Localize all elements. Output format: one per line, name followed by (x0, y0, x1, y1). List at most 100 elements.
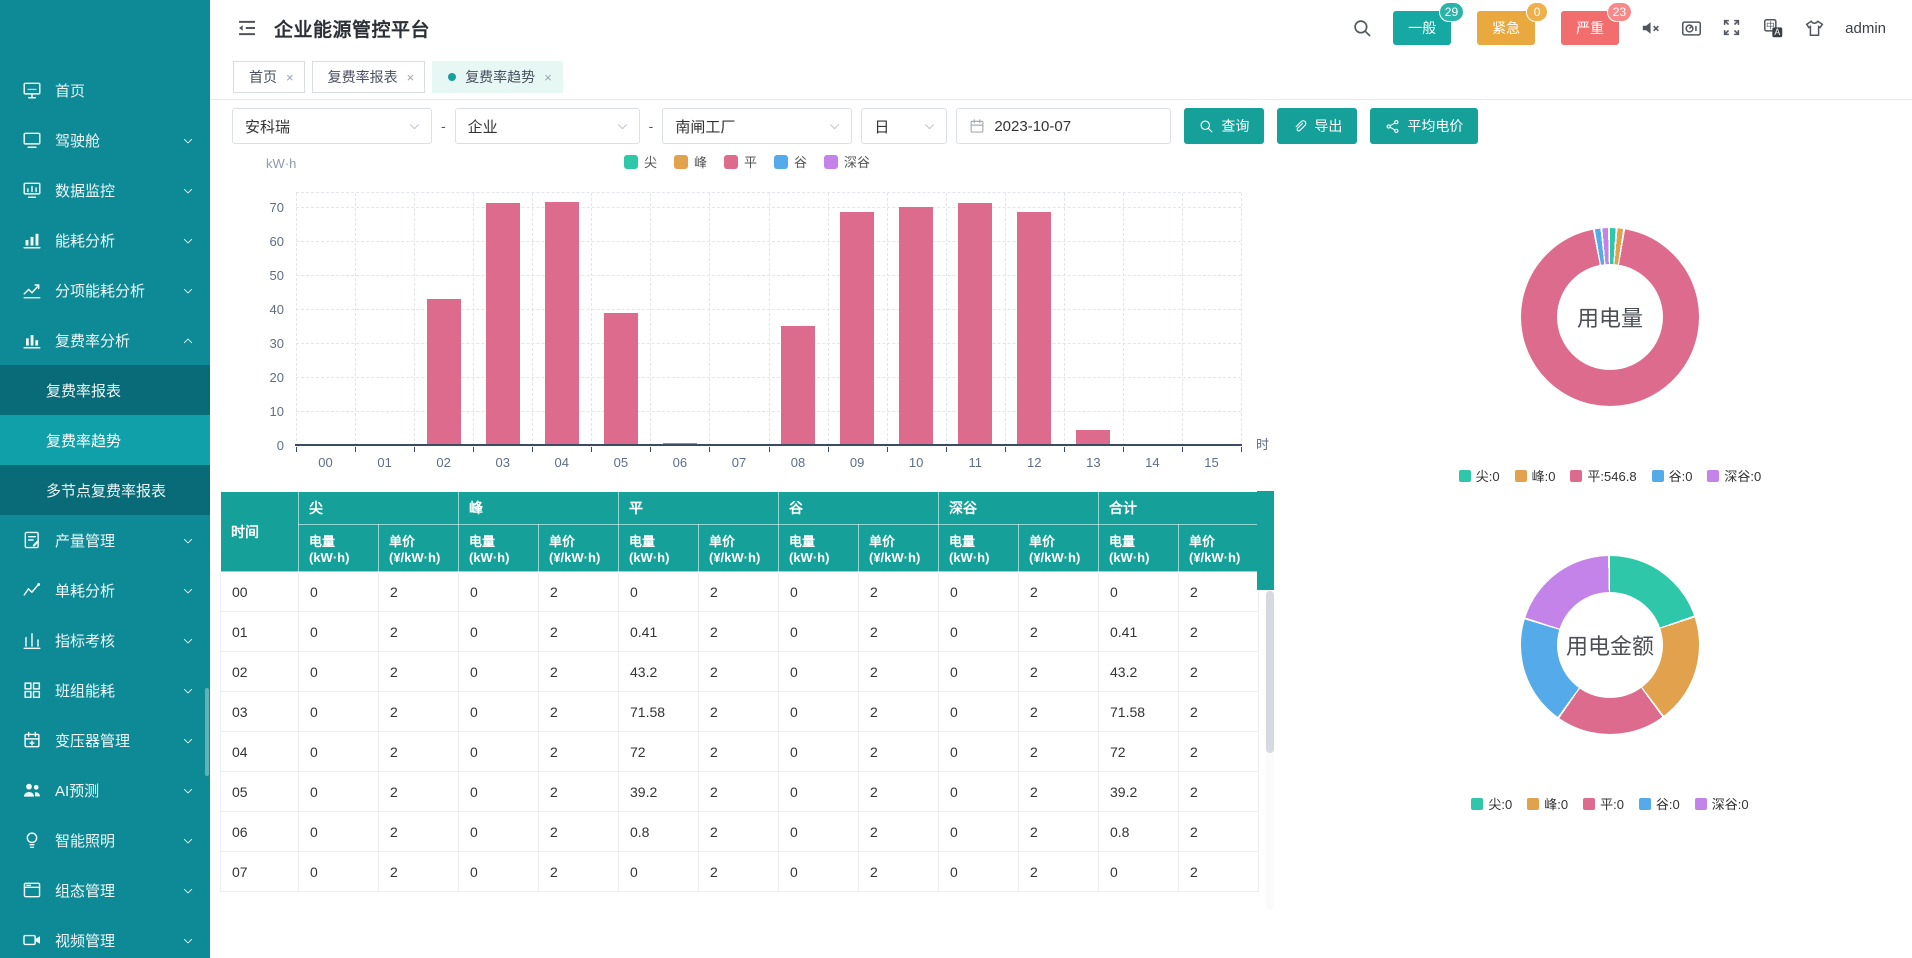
legend-item-谷[interactable]: 谷:0 (1652, 466, 1693, 485)
table-cell: 0 (939, 692, 1019, 732)
filter-select-2[interactable]: 企业 (455, 108, 640, 144)
bar-hour-03[interactable] (486, 203, 520, 446)
导出-button[interactable]: 导出 (1277, 108, 1357, 144)
sidebar-item-视频管理[interactable]: 视频管理 (0, 915, 210, 958)
chevron-down-icon (182, 685, 194, 697)
bar-hour-11[interactable] (958, 203, 992, 446)
date-picker[interactable]: 2023-10-07 (956, 108, 1171, 144)
legend-item-峰[interactable]: 峰:0 (1527, 794, 1568, 813)
gridline (1123, 193, 1124, 446)
legend-item-尖[interactable]: 尖 (624, 152, 657, 171)
gridline (591, 193, 592, 446)
legend-item-谷[interactable]: 谷 (774, 152, 807, 171)
transformer-icon (22, 730, 42, 750)
legend-item-深谷[interactable]: 深谷:0 (1707, 466, 1761, 485)
close-tab-icon[interactable]: × (407, 71, 415, 84)
legend-item-尖[interactable]: 尖:0 (1471, 794, 1512, 813)
energy-analysis-icon (22, 230, 42, 250)
sidebar-item-驾驶舱[interactable]: 驾驶舱 (0, 115, 210, 165)
username[interactable]: admin (1845, 20, 1886, 37)
legend-item-深谷[interactable]: 深谷 (824, 152, 870, 171)
close-tab-icon[interactable]: × (544, 71, 552, 84)
sidebar-item-变压器管理[interactable]: 变压器管理 (0, 715, 210, 765)
查询-button[interactable]: 查询 (1184, 108, 1264, 144)
select-value: 企业 (468, 116, 498, 137)
table-cell: 0 (619, 852, 699, 892)
sidebar-scrollbar[interactable] (205, 688, 209, 776)
table-scrollbar-thumb[interactable] (1266, 591, 1274, 753)
legend-item-深谷[interactable]: 深谷:0 (1695, 794, 1749, 813)
table-row: 0402027220202722 (221, 732, 1259, 772)
sidebar-item-首页[interactable]: 首页 (0, 65, 210, 115)
sidebar-item-产量管理[interactable]: 产量管理 (0, 515, 210, 565)
sidebar-item-组态管理[interactable]: 组态管理 (0, 865, 210, 915)
sidebar-subitem-复费率趋势[interactable]: 复费率趋势 (0, 415, 210, 465)
gridline (946, 193, 947, 446)
bar-hour-09[interactable] (840, 212, 874, 446)
sidebar-item-数据监控[interactable]: 数据监控 (0, 165, 210, 215)
sidebar-subitem-多节点复费率报表[interactable]: 多节点复费率报表 (0, 465, 210, 515)
sidebar-subitem-label: 多节点复费率报表 (46, 480, 166, 501)
bar-hour-10[interactable] (899, 207, 933, 446)
table-cell: 0 (459, 692, 539, 732)
donut-chart-用电量[interactable]: 用电量 (1521, 228, 1699, 406)
legend-item-尖[interactable]: 尖:0 (1459, 466, 1500, 485)
legend-item-平[interactable]: 平:546.8 (1570, 466, 1636, 485)
bar-hour-02[interactable] (427, 299, 461, 446)
sidebar-item-指标考核[interactable]: 指标考核 (0, 615, 210, 665)
mute-icon[interactable] (1640, 18, 1660, 38)
sidebar-subitem-复费率报表[interactable]: 复费率报表 (0, 365, 210, 415)
tab-首页[interactable]: 首页× (233, 61, 305, 93)
chevron-down-icon (182, 635, 194, 647)
theme-icon[interactable] (1804, 18, 1824, 38)
gridline (650, 193, 651, 446)
col-group-深谷: 深谷 (939, 492, 1099, 525)
filter-select-1[interactable]: 安科瑞 (232, 108, 432, 144)
screen-record-icon[interactable] (1681, 18, 1701, 38)
sidebar-item-AI预测[interactable]: AI预测 (0, 765, 210, 815)
sidebar-item-能耗分析[interactable]: 能耗分析 (0, 215, 210, 265)
fullscreen-icon[interactable] (1722, 18, 1742, 38)
sub-header: 单价(¥/kW·h) (379, 525, 459, 572)
donut-chart-用电金额[interactable]: 用电金额 (1521, 556, 1699, 734)
badge-count: 29 (1439, 2, 1464, 22)
table-cell: 0 (779, 652, 859, 692)
table-cell: 2 (1019, 612, 1099, 652)
donut-center-label: 用电金额 (1557, 592, 1663, 698)
translate-icon[interactable]: 中 A (1763, 18, 1783, 38)
badge-label: 严重 (1576, 20, 1604, 36)
tab-复费率趋势[interactable]: 复费率趋势× (432, 61, 563, 93)
alarm-badge-严重[interactable]: 严重23 (1561, 11, 1619, 45)
alarm-badge-一般[interactable]: 一般29 (1393, 11, 1451, 45)
filter-select-4[interactable]: 日 (861, 108, 947, 144)
sidebar-item-复费率分析[interactable]: 复费率分析 (0, 315, 210, 365)
tab-复费率报表[interactable]: 复费率报表× (312, 61, 426, 93)
sidebar-item-分项能耗分析[interactable]: 分项能耗分析 (0, 265, 210, 315)
close-tab-icon[interactable]: × (286, 71, 294, 84)
table-cell: 72 (619, 732, 699, 772)
bar-hour-05[interactable] (604, 313, 638, 446)
sidebar-item-班组能耗[interactable]: 班组能耗 (0, 665, 210, 715)
legend-item-平[interactable]: 平:0 (1583, 794, 1624, 813)
cockpit-icon (22, 130, 42, 150)
sidebar-item-智能照明[interactable]: 智能照明 (0, 815, 210, 865)
table-cell: 2 (859, 652, 939, 692)
table-cell: 2 (1179, 612, 1259, 652)
alarm-badge-紧急[interactable]: 紧急0 (1477, 11, 1535, 45)
filter-select-3[interactable]: 南闸工厂 (662, 108, 852, 144)
button-label: 查询 (1221, 116, 1249, 136)
legend-item-平[interactable]: 平 (724, 152, 757, 171)
bar-hour-08[interactable] (781, 326, 815, 446)
table-cell: 0 (459, 812, 539, 852)
bar-hour-12[interactable] (1017, 212, 1051, 446)
sidebar-item-单耗分析[interactable]: 单耗分析 (0, 565, 210, 615)
legend-item-峰[interactable]: 峰:0 (1515, 466, 1556, 485)
legend-item-谷[interactable]: 谷:0 (1639, 794, 1680, 813)
table-scrollbar[interactable] (1266, 590, 1274, 910)
search-icon[interactable] (1352, 18, 1372, 38)
legend-item-峰[interactable]: 峰 (674, 152, 707, 171)
axis-tick (1123, 447, 1124, 452)
table-cell: 0 (779, 612, 859, 652)
bar-hour-04[interactable] (545, 202, 579, 447)
collapse-menu-icon[interactable] (236, 17, 258, 39)
